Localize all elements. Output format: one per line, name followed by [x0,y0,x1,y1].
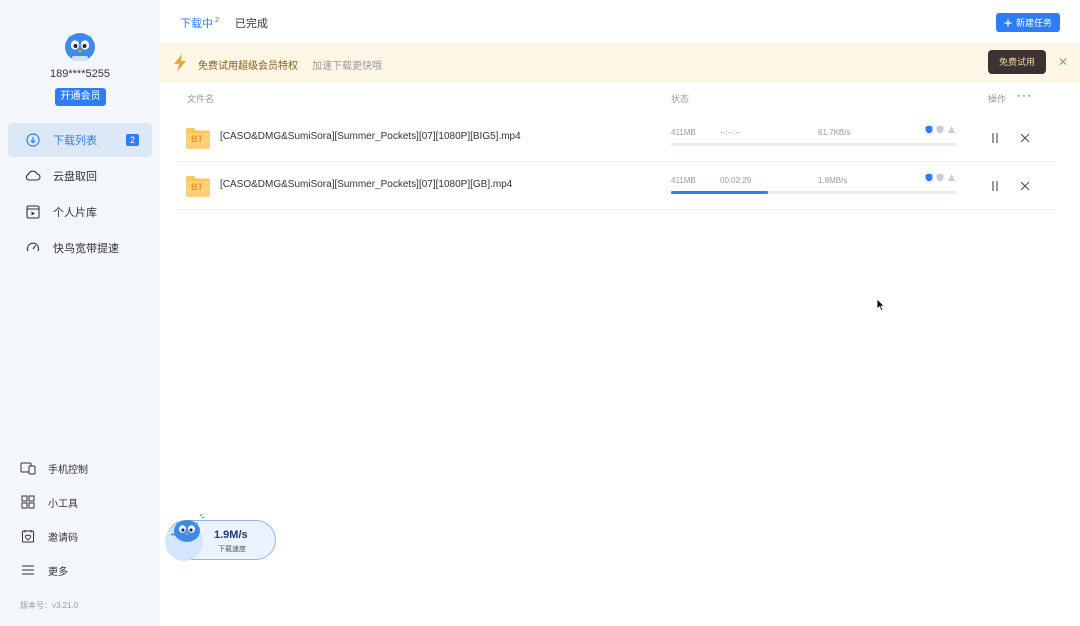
mouse-cursor-icon [876,298,886,317]
more-options-icon[interactable]: ··· [1017,88,1032,102]
table-row[interactable]: BT [CASO&DMG&SumiSora][Summer_Pockets][0… [176,162,1056,210]
file-size: 411MB [671,128,696,137]
promo-banner: 免费试用超级会员特权 加速下载更快哦 免费试用 ✕ [160,43,1080,83]
nav-invite-code[interactable]: 邀请码 [20,527,78,545]
current-speed-label: 下载速度 [218,546,246,553]
file-type-label: BT [191,134,203,144]
column-header-status: 状态 [671,94,690,104]
download-circle-icon [25,132,41,148]
delete-task-icon[interactable] [1019,179,1031,197]
bird-mascot-icon [169,513,205,550]
shield-icon [925,173,933,182]
promo-subtitle: 加速下载更快哦 [312,61,382,72]
new-task-button[interactable]: 新建任务 [996,13,1060,32]
file-name: [CASO&DMG&SumiSora][Summer_Pockets][07][… [220,179,513,190]
tab-label: 已完成 [234,18,268,30]
table-row[interactable]: BT [CASO&DMG&SumiSora][Summer_Pockets][0… [176,114,1056,162]
download-count-badge: 2 [125,134,139,146]
free-trial-button[interactable]: 免费试用 [988,50,1046,74]
bt-folder-icon: BT [185,126,211,155]
nav-label: 小工具 [48,498,78,510]
file-name: [CASO&DMG&SumiSora][Summer_Pockets][07][… [220,131,521,142]
accelerate-icon [948,174,955,181]
user-phone: 189****5255 [50,68,110,80]
download-speed: 1.8MB/s [818,176,848,185]
invite-code-icon [20,528,36,544]
current-speed-value: 1.9M/s [214,529,248,541]
download-tabs: 下载中 2 已完成 [180,15,268,31]
progress-bar [671,191,957,194]
pause-icon[interactable] [990,179,1000,197]
open-vip-button[interactable]: 开通会员 [55,88,106,106]
nav-cloud-retrieve[interactable]: 云盘取回 [8,159,152,193]
promo-title: 免费试用超级会员特权 [198,61,298,72]
shield-outline-icon [936,125,944,134]
tab-downloading[interactable]: 下载中 2 [180,15,219,31]
nav-phone-control[interactable]: 手机控制 [20,459,88,477]
bird-avatar-icon [65,33,95,61]
bt-folder-icon: BT [185,174,211,203]
progress-bar [671,143,957,146]
video-library-icon [25,204,41,220]
nav-label: 邀请码 [48,532,78,544]
progress-fill [671,191,769,194]
pause-icon[interactable] [990,131,1000,149]
grid-tools-icon [20,494,36,510]
tab-count: 2 [215,17,219,25]
nav-tools[interactable]: 小工具 [20,493,78,511]
download-speed: 61.7KB/s [818,128,851,137]
cloud-icon [25,168,41,184]
close-icon[interactable]: ✕ [1058,55,1068,69]
shield-outline-icon [936,173,944,182]
tab-label: 下载中 [180,18,213,30]
accelerate-icon [948,126,955,133]
shield-icon [925,125,933,134]
remaining-time: 00:02:29 [720,176,752,185]
version-text: 版本号：v3.21.0 [20,601,79,610]
tab-completed[interactable]: 已完成 [235,15,268,31]
plus-icon [1004,19,1012,26]
speed-widget[interactable]: 1.9M/s 下载速度 [165,513,276,561]
column-header-actions: 操作 [988,94,1007,104]
nav-label: 更多 [48,566,68,578]
nav-label: 云盘取回 [53,171,97,183]
phone-control-icon [20,460,36,476]
speedometer-icon [25,240,41,256]
file-size: 411MB [671,176,696,185]
delete-task-icon[interactable] [1019,131,1031,149]
menu-icon [20,562,36,578]
file-type-label: BT [191,182,203,192]
nav-download-list[interactable]: 下载列表 2 [8,123,152,157]
new-task-label: 新建任务 [1015,18,1052,28]
nav-personal-library[interactable]: 个人片库 [8,195,152,229]
nav-label: 快鸟宽带提速 [53,243,119,255]
status-icons [925,173,956,182]
nav-label: 个人片库 [53,207,97,219]
nav-label: 手机控制 [48,464,88,476]
user-avatar[interactable] [62,28,98,64]
nav-label: 下载列表 [53,135,97,147]
sidebar: 189****5255 开通会员 下载列表 2 云盘取回 个人片库 快鸟宽带提速… [0,0,160,626]
remaining-time: --:--:-- [720,128,741,137]
lightning-icon [173,54,187,77]
status-icons [925,125,956,134]
nav-more[interactable]: 更多 [20,561,68,579]
column-header-filename: 文件名 [187,94,215,104]
nav-broadband-boost[interactable]: 快鸟宽带提速 [8,231,152,265]
